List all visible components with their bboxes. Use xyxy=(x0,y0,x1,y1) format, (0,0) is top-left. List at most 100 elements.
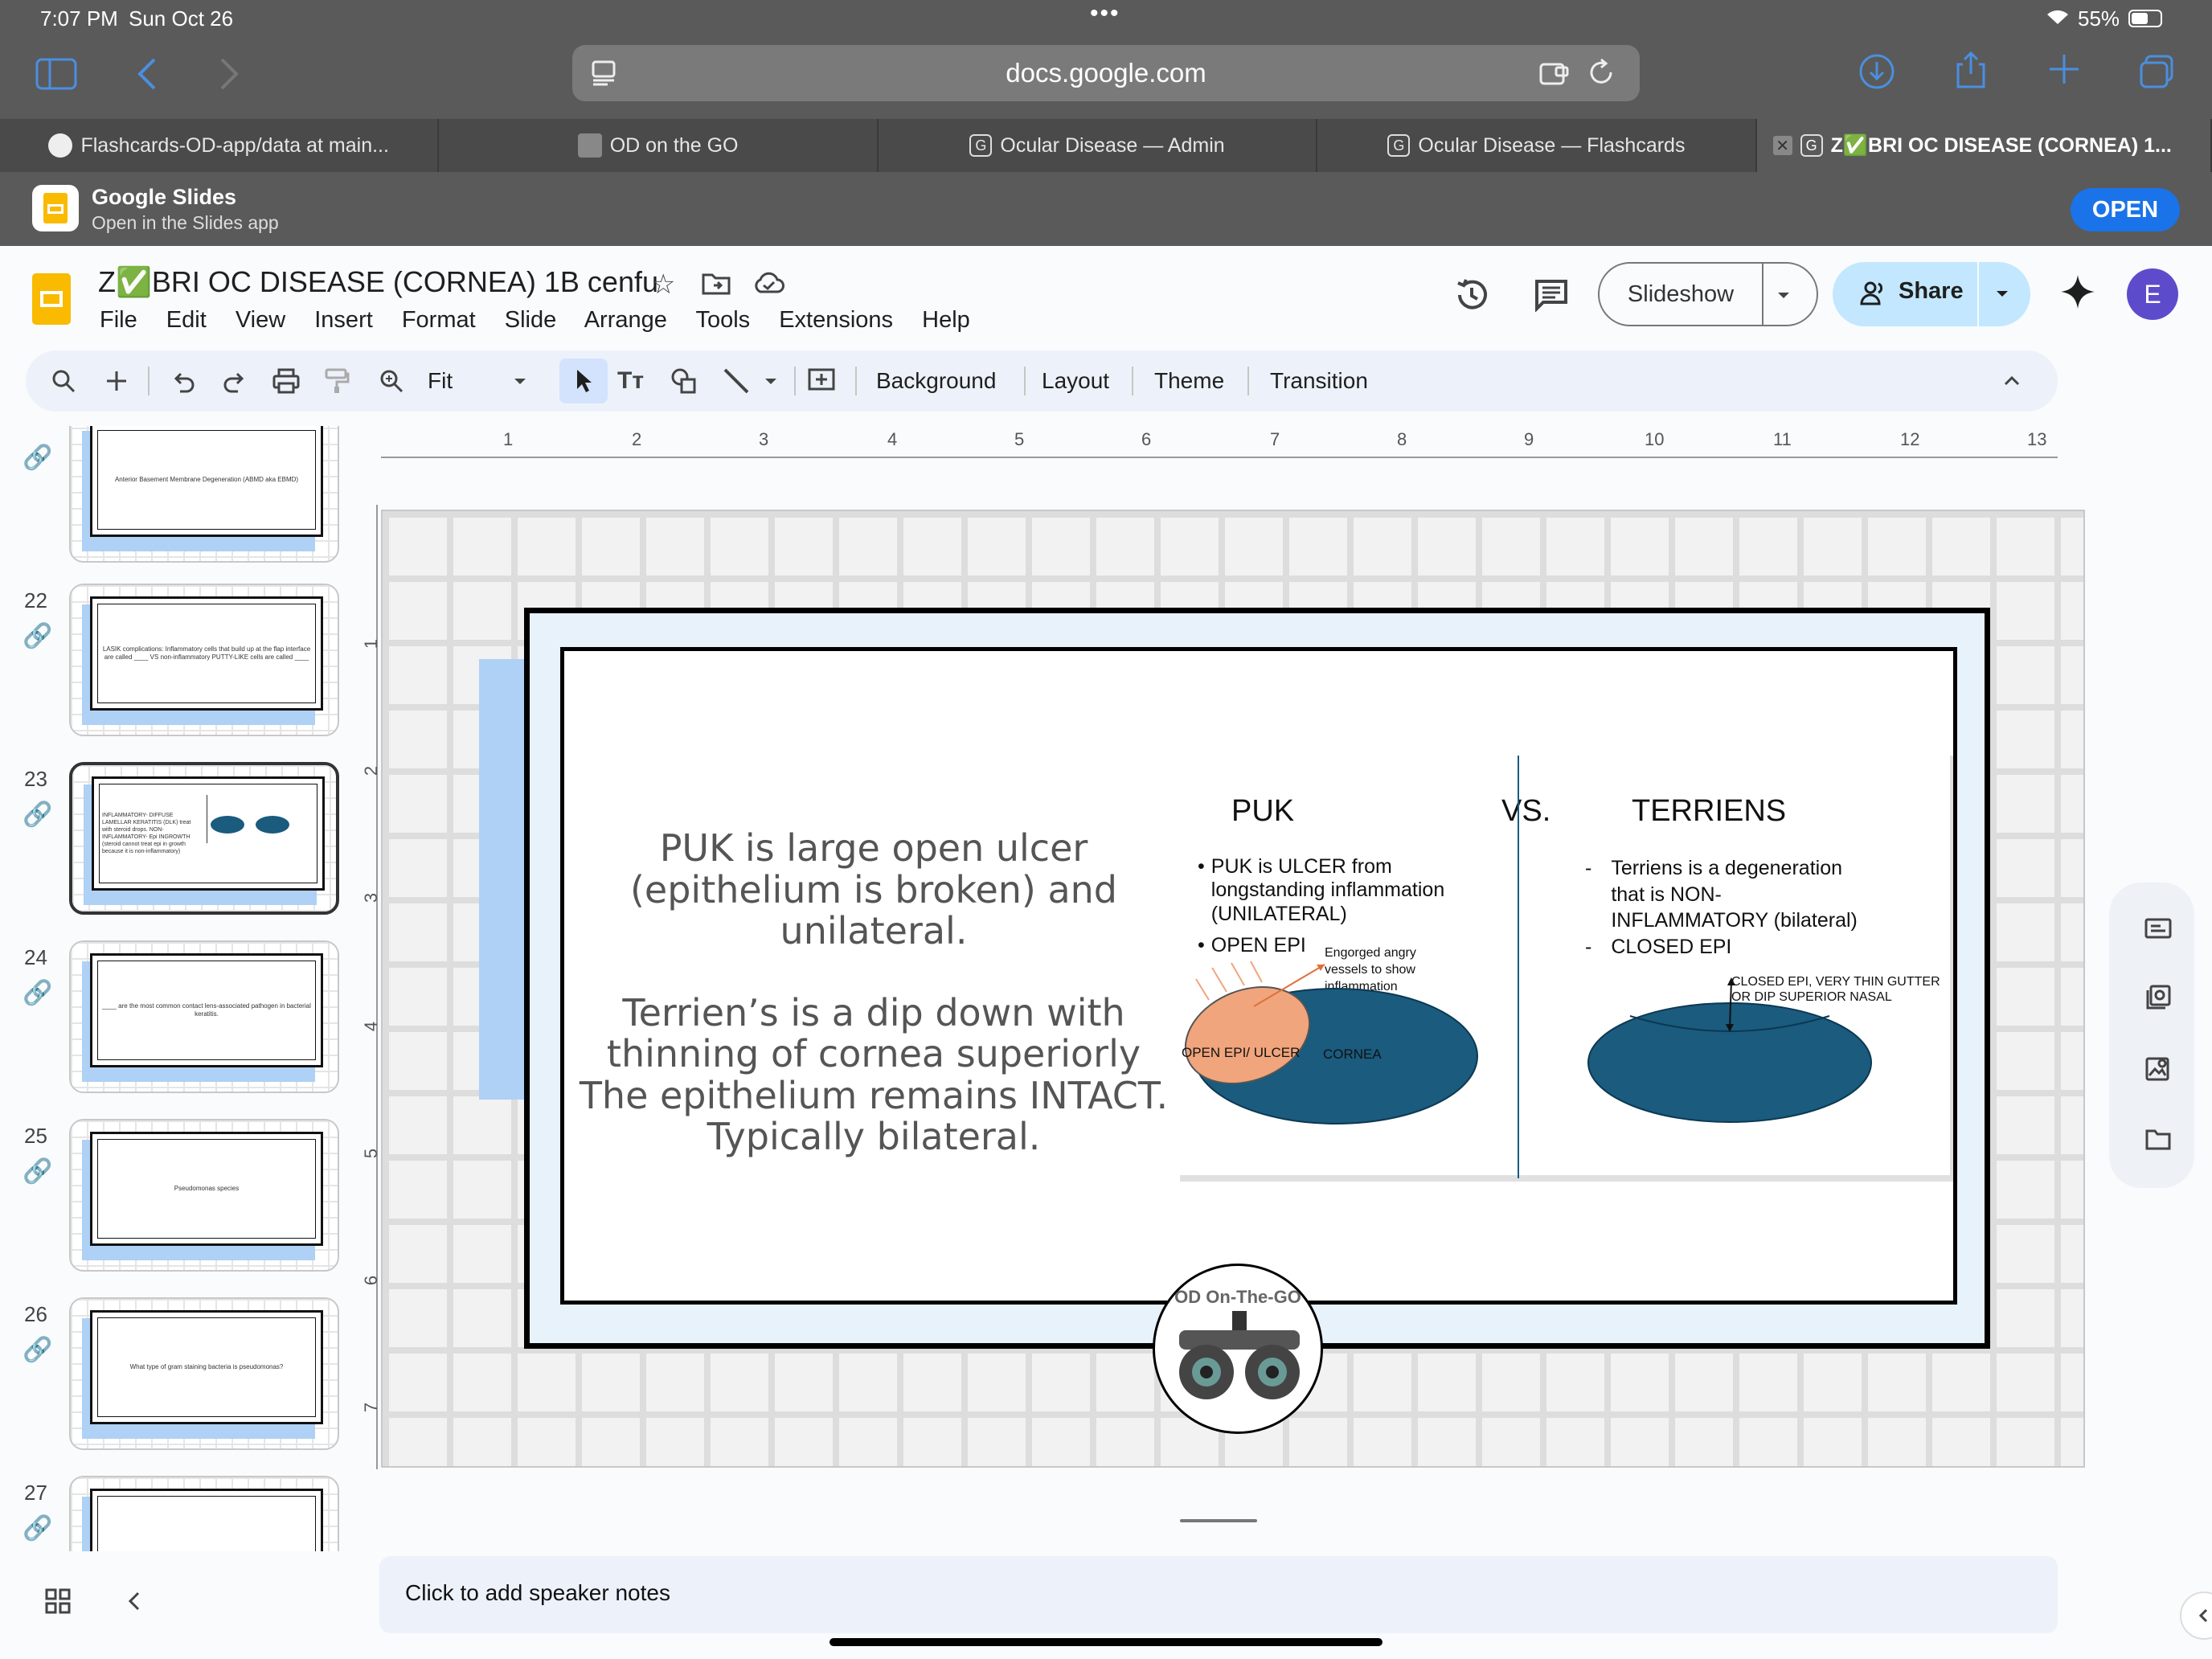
slide-canvas[interactable]: PUK is large open ulcer (epithelium is b… xyxy=(381,510,2085,1468)
layout-button[interactable]: Layout xyxy=(1042,368,1109,394)
tab-slides-active[interactable]: ✕ G Z✅BRI OC DISEASE (CORNEA) 1... xyxy=(1756,119,2212,172)
gemini-sparkle-icon[interactable] xyxy=(2059,273,2096,314)
theme-button[interactable]: Theme xyxy=(1154,368,1224,394)
cloud-saved-icon[interactable] xyxy=(752,272,784,298)
star-icon[interactable]: ☆ xyxy=(651,268,675,301)
tab-admin[interactable]: G Ocular Disease — Admin xyxy=(879,119,1318,172)
share-button[interactable]: Share xyxy=(1899,278,1964,305)
slide-number: 22 xyxy=(24,588,47,612)
back-icon[interactable] xyxy=(135,55,159,97)
line-tool-icon[interactable] xyxy=(722,365,751,397)
tab-flashcards[interactable]: G Ocular Disease — Flashcards xyxy=(1317,119,1757,172)
avatar[interactable]: E xyxy=(2127,268,2178,320)
home-indicator[interactable] xyxy=(830,1638,1382,1646)
speaker-notes[interactable]: Click to add speaker notes xyxy=(379,1556,2058,1633)
slide-thumbnail[interactable]: What type of gram staining bacteria is p… xyxy=(69,1297,339,1450)
divider-line xyxy=(1518,756,1519,1178)
slide-thumbnail[interactable]: LASIK complications: Inflammatory cells … xyxy=(69,584,339,736)
close-tab-icon[interactable]: ✕ xyxy=(1772,136,1792,155)
zoom-icon[interactable] xyxy=(378,365,405,397)
slide-thumbnail[interactable]: ____ are the most common contact lens-as… xyxy=(69,940,339,1093)
slide-left-text: PUK is large open ulcer (epithelium is b… xyxy=(569,827,1178,1158)
slide-thumbnail[interactable]: Pseudomonas species xyxy=(69,1119,339,1272)
thumb-text: Pseudomonas species xyxy=(90,1132,323,1246)
ruler-label: 3 xyxy=(361,892,382,903)
menu-insert[interactable]: Insert xyxy=(314,307,373,333)
forward-icon[interactable] xyxy=(217,55,241,97)
download-icon[interactable] xyxy=(1858,53,1895,94)
slideshow-button[interactable]: Slideshow xyxy=(1600,264,1763,325)
link-icon: 🔗 xyxy=(23,801,53,828)
doc-title[interactable]: Z✅BRI OC DISEASE (CORNEA) 1B cenfu xyxy=(98,265,658,299)
share-button-group: Share xyxy=(1833,262,2030,326)
link-icon: 🔗 xyxy=(23,1158,53,1185)
menu-arrange[interactable]: Arrange xyxy=(584,307,667,333)
search-menus-icon[interactable] xyxy=(50,365,77,397)
tab-label: Ocular Disease — Admin xyxy=(1000,133,1225,157)
slideshow-dropdown-icon[interactable] xyxy=(1772,283,1796,311)
menu-file[interactable]: File xyxy=(100,307,137,333)
ruler-label: 5 xyxy=(1014,429,1025,449)
line-dropdown-icon[interactable] xyxy=(760,365,781,397)
logo-text: OD On-The-GO xyxy=(1174,1287,1301,1307)
slides-logo-icon[interactable] xyxy=(32,273,71,325)
slide-thumbnail[interactable]: Anterior Basement Membrane Degeneration … xyxy=(69,426,339,563)
multitask-dots-icon[interactable]: ••• xyxy=(1090,0,1120,27)
new-slide-icon[interactable] xyxy=(104,365,129,397)
ruler-label: 5 xyxy=(361,1148,382,1159)
keep-icon[interactable] xyxy=(2140,979,2177,1016)
tab-od-on-the-go[interactable]: OD on the GO xyxy=(439,119,879,172)
tab-github[interactable]: Flashcards-OD-app/data at main... xyxy=(0,119,440,172)
tab-overview-icon[interactable] xyxy=(2138,53,2175,94)
share-sheet-icon[interactable] xyxy=(1953,50,1989,94)
background-button[interactable]: Background xyxy=(876,368,996,394)
redo-icon[interactable] xyxy=(222,365,248,397)
transition-button[interactable]: Transition xyxy=(1270,368,1368,394)
zoom-dropdown-icon[interactable] xyxy=(508,365,532,397)
grid-view-icon[interactable] xyxy=(43,1587,72,1620)
new-tab-icon[interactable] xyxy=(2046,51,2082,91)
od-logo: OD On-The-GO xyxy=(1153,1264,1323,1434)
tab-label: Z✅BRI OC DISEASE (CORNEA) 1... xyxy=(1830,133,2172,157)
select-tool-icon[interactable] xyxy=(559,358,608,403)
insert-image-icon[interactable] xyxy=(2140,1050,2177,1087)
share-dropdown-icon[interactable] xyxy=(1990,281,2014,309)
menu-tools[interactable]: Tools xyxy=(695,307,750,333)
version-history-icon[interactable] xyxy=(1453,276,1490,317)
terriens-cornea-diagram xyxy=(1587,977,1872,1123)
open-app-button[interactable]: OPEN xyxy=(2071,188,2180,231)
menu-format[interactable]: Format xyxy=(402,307,476,333)
slide-thumbnail-selected[interactable]: INFLAMMATORY- DIFFUSE LAMELLAR KERATITIS… xyxy=(69,762,339,915)
slide-thumbnail[interactable] xyxy=(69,1476,339,1551)
paint-format-icon[interactable] xyxy=(323,365,350,397)
print-icon[interactable] xyxy=(272,365,301,397)
menu-edit[interactable]: Edit xyxy=(166,307,207,333)
menu-view[interactable]: View xyxy=(236,307,285,333)
puk-ulcer-label: OPEN EPI/ ULCER xyxy=(1182,1045,1301,1060)
slides-app-icon xyxy=(32,185,79,231)
shape-icon[interactable] xyxy=(669,365,698,397)
speaker-notes-panel-icon[interactable] xyxy=(2140,910,2177,947)
address-bar[interactable]: docs.google.com xyxy=(572,45,1640,101)
status-date: Sun Oct 26 xyxy=(129,6,234,31)
collapse-filmstrip-icon[interactable] xyxy=(122,1587,146,1620)
text-box-icon[interactable]: Tт xyxy=(617,365,644,397)
thumb-text xyxy=(90,1489,323,1551)
undo-icon[interactable] xyxy=(170,365,196,397)
menu-slide[interactable]: Slide xyxy=(505,307,557,333)
drive-folder-icon[interactable] xyxy=(2140,1120,2177,1157)
collapse-toolbar-icon[interactable] xyxy=(2000,365,2024,397)
zoom-select[interactable]: Fit xyxy=(428,368,453,394)
menu-help[interactable]: Help xyxy=(922,307,970,333)
menu-extensions[interactable]: Extensions xyxy=(779,307,893,333)
notes-resize-handle[interactable] xyxy=(1180,1519,1257,1522)
move-folder-icon[interactable] xyxy=(701,270,731,300)
insert-comment-icon[interactable] xyxy=(807,365,836,397)
comments-icon[interactable] xyxy=(1534,278,1569,316)
ruler-label: 7 xyxy=(1270,429,1280,449)
extension-icon[interactable] xyxy=(1538,59,1571,91)
sidebar-toggle-icon[interactable] xyxy=(35,58,77,94)
battery-icon xyxy=(2128,10,2162,27)
ruler-label: 6 xyxy=(1141,429,1152,449)
reload-icon[interactable] xyxy=(1587,56,1617,92)
